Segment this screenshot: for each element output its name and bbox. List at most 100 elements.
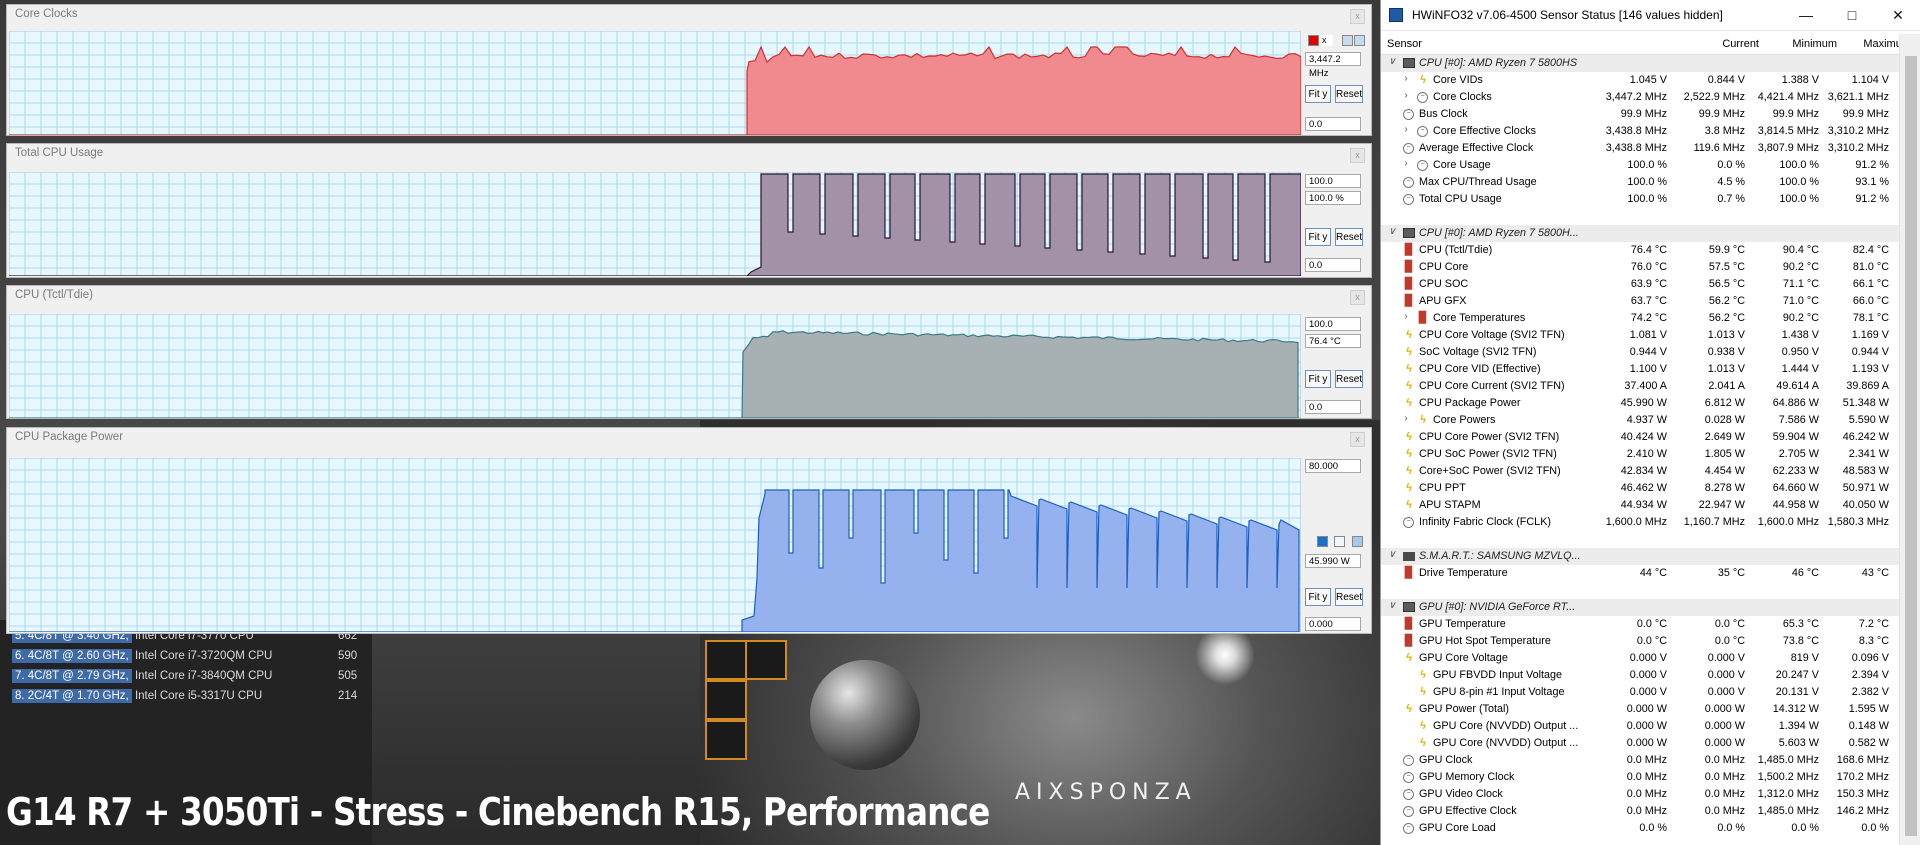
- sensor-row[interactable]: ▉ CPU (Tctl/Tdie) 76.4 °C 59.9 °C 90.4 °C 82.…: [1381, 242, 1899, 259]
- sensor-row[interactable]: − Average Effective Clock 3,438.8 MHz 119.6…: [1381, 140, 1899, 157]
- close-icon[interactable]: x: [1350, 290, 1365, 305]
- column-sensor[interactable]: Sensor: [1387, 38, 1422, 50]
- sensor-row[interactable]: ϟ GPU Core (NVVDD) Output ... 0.000 W 0.000…: [1381, 718, 1899, 735]
- graph-window-total-cpu-usage[interactable]: Total CPU Usage x 100.0 100.0 % Fit y Re…: [6, 143, 1372, 278]
- sensor-row[interactable]: − Bus Clock 99.9 MHz 99.9 MHz 99.9 MHz 99.9 M…: [1381, 106, 1899, 123]
- close-icon[interactable]: x: [1350, 432, 1365, 447]
- reset-button[interactable]: Reset: [1335, 370, 1363, 388]
- color-swatch-icon[interactable]: [1308, 35, 1319, 46]
- column-maximum[interactable]: Maximum: [1811, 38, 1911, 50]
- hwinfo-window[interactable]: HWiNFO32 v7.06-4500 Sensor Status [146 v…: [1380, 0, 1920, 845]
- clock-icon: −: [1417, 92, 1428, 103]
- sensor-row[interactable]: ▉ GPU Hot Spot Temperature 0.0 °C 0.0 °C 73.…: [1381, 633, 1899, 650]
- color-swatch-icon[interactable]: [1354, 35, 1365, 46]
- expand-chevron-icon[interactable]: ›: [1401, 90, 1411, 101]
- sensor-row[interactable]: ϟ CPU Package Power 45.990 W 6.812 W 64.886 …: [1381, 395, 1899, 412]
- collapse-chevron-icon[interactable]: ∨: [1387, 600, 1397, 611]
- fit-y-button[interactable]: Fit y: [1305, 85, 1331, 103]
- value-average: 40.050 W: [1842, 499, 1889, 511]
- sensor-group-row[interactable]: ∨ GPU [#0]: NVIDIA GeForce RT...: [1381, 599, 1899, 616]
- reset-button[interactable]: Reset: [1335, 85, 1363, 103]
- sensor-row[interactable]: › − Core Clocks 3,447.2 MHz 2,522.9 MHz 4,421…: [1381, 89, 1899, 106]
- color-swatch-icon[interactable]: [1352, 536, 1363, 547]
- sensor-row[interactable]: − GPU Video Clock 0.0 MHz 0.0 MHz 1,312.0 MH…: [1381, 786, 1899, 803]
- expand-chevron-icon[interactable]: ›: [1401, 413, 1411, 424]
- color-swatch-icon[interactable]: [1342, 35, 1353, 46]
- cpu-chip-icon: [1403, 58, 1415, 68]
- sensor-row[interactable]: − GPU Core Load 0.0 % 0.0 % 0.0 % 0.0 %: [1381, 820, 1899, 837]
- collapse-chevron-icon[interactable]: ∨: [1387, 56, 1397, 67]
- ranking-row[interactable]: 7. 4C/8T @ 2.79 GHz, Intel Core i7-3840Q…: [12, 669, 357, 689]
- sensor-row[interactable]: ϟ GPU 8-pin #1 Input Voltage 0.000 V 0.000 …: [1381, 684, 1899, 701]
- lightning-icon: ϟ: [1420, 414, 1426, 426]
- value-current: 100.0 %: [1627, 159, 1667, 171]
- reset-button[interactable]: Reset: [1335, 228, 1363, 246]
- sensor-row[interactable]: − Max CPU/Thread Usage 100.0 % 4.5 % 100.0 %…: [1381, 174, 1899, 191]
- graph-window-cpu-package-power[interactable]: CPU Package Power x 80.000 45.990 W Fit …: [6, 427, 1372, 634]
- maximize-icon[interactable]: □: [1829, 0, 1875, 30]
- value-average: 48.583 W: [1842, 465, 1889, 477]
- fit-y-button[interactable]: Fit y: [1305, 588, 1331, 606]
- sensor-row[interactable]: − Infinity Fabric Clock (FCLK) 1,600.0 MHz…: [1381, 514, 1899, 531]
- sensor-row[interactable]: − GPU Effective Clock 0.0 MHz 0.0 MHz 1,485.…: [1381, 803, 1899, 820]
- sensor-row[interactable]: ϟ GPU Power (Total) 0.000 W 0.000 W 14.312 W…: [1381, 701, 1899, 718]
- sensor-row[interactable]: ϟ CPU Core VID (Effective) 1.100 V 1.013 V1…: [1381, 361, 1899, 378]
- sensor-row[interactable]: ▉ CPU SOC 63.9 °C 56.5 °C 71.1 °C 66.1 °C: [1381, 276, 1899, 293]
- sensor-row[interactable]: ▉ GPU Temperature 0.0 °C 0.0 °C 65.3 °C 7.2 °…: [1381, 616, 1899, 633]
- hwinfo-titlebar[interactable]: HWiNFO32 v7.06-4500 Sensor Status [146 v…: [1381, 0, 1920, 31]
- sensor-row[interactable]: › − Core Usage 100.0 % 0.0 % 100.0 % 91.2 %: [1381, 157, 1899, 174]
- color-swatch-icon[interactable]: [1317, 536, 1328, 547]
- sensor-row[interactable]: ϟ CPU Core Power (SVI2 TFN) 40.424 W 2.649 …: [1381, 429, 1899, 446]
- value-average: 46.242 W: [1842, 431, 1889, 443]
- sensor-row[interactable]: › ▉ Core Temperatures 74.2 °C 56.2 °C 90.2 °C…: [1381, 310, 1899, 327]
- scrollbar-thumb[interactable]: [1905, 56, 1917, 836]
- graph-window-core-clocks[interactable]: Core Clocks x x 3,447.2 MHz Fit y Reset …: [6, 4, 1372, 136]
- column-header[interactable]: Sensor Current Minimum Maximum: [1381, 34, 1911, 55]
- sensor-row[interactable]: ϟ GPU FBVDD Input Voltage 0.000 V 0.000 V 20…: [1381, 667, 1899, 684]
- minimize-icon[interactable]: —: [1783, 0, 1829, 30]
- sensor-group-row[interactable]: ∨ CPU [#0]: AMD Ryzen 7 5800HS: [1381, 55, 1899, 72]
- sensor-row[interactable]: ϟ CPU Core Voltage (SVI2 TFN) 1.081 V 1.013…: [1381, 327, 1899, 344]
- sensor-row[interactable]: ϟ CPU SoC Power (SVI2 TFN) 2.410 W 1.805 W2…: [1381, 446, 1899, 463]
- close-icon[interactable]: ✕: [1875, 0, 1920, 30]
- sensor-list[interactable]: ∨ CPU [#0]: AMD Ryzen 7 5800HS › ϟ Core VIDs…: [1381, 55, 1899, 845]
- sensor-row[interactable]: › − Core Effective Clocks 3,438.8 MHz 3.8 MH…: [1381, 123, 1899, 140]
- sensor-row[interactable]: − GPU Memory Clock 0.0 MHz 0.0 MHz 1,500.2 M…: [1381, 769, 1899, 786]
- value-average: 3,310.2 MHz: [1827, 125, 1889, 137]
- close-icon[interactable]: x: [1350, 148, 1365, 163]
- sensor-group-row[interactable]: ∨ CPU [#0]: AMD Ryzen 7 5800H...: [1381, 225, 1899, 242]
- sensor-row[interactable]: − Total CPU Usage 100.0 % 0.7 % 100.0 % 91.2 …: [1381, 191, 1899, 208]
- expand-chevron-icon[interactable]: ›: [1401, 311, 1411, 322]
- ranking-row[interactable]: 8. 2C/4T @ 1.70 GHz, Intel Core i5-3317U…: [12, 689, 357, 709]
- sensor-row[interactable]: ϟ Core+SoC Power (SVI2 TFN) 42.834 W 4.454 …: [1381, 463, 1899, 480]
- sensor-row[interactable]: ϟ CPU PPT 46.462 W 8.278 W 64.660 W 50.971 W: [1381, 480, 1899, 497]
- sensor-row[interactable]: ▉ Drive Temperature 44 °C 35 °C 46 °C 43 °C: [1381, 565, 1899, 582]
- expand-chevron-icon[interactable]: ›: [1401, 124, 1411, 135]
- vertical-scrollbar[interactable]: [1899, 34, 1920, 845]
- sensor-row[interactable]: − GPU Clock 0.0 MHz 0.0 MHz 1,485.0 MHz 168.6…: [1381, 752, 1899, 769]
- sensor-row[interactable]: › ϟ Core VIDs 1.045 V 0.844 V 1.388 V 1.104 V: [1381, 72, 1899, 89]
- close-small-icon[interactable]: x: [1322, 35, 1333, 46]
- sensor-label: GPU Memory Clock: [1419, 771, 1515, 783]
- sensor-row[interactable]: ϟ SoC Voltage (SVI2 TFN) 0.944 V 0.938 V 0.9…: [1381, 344, 1899, 361]
- sensor-row[interactable]: ϟ APU STAPM 44.934 W 22.947 W 44.958 W 40.050…: [1381, 497, 1899, 514]
- expand-chevron-icon[interactable]: ›: [1401, 158, 1411, 169]
- sensor-row[interactable]: ϟ GPU Core Voltage 0.000 V 0.000 V 819 V 0.09…: [1381, 650, 1899, 667]
- ranking-row[interactable]: 6. 4C/8T @ 2.60 GHz, Intel Core i7-3720Q…: [12, 649, 357, 669]
- clock-icon: −: [1403, 194, 1414, 205]
- sensor-row[interactable]: ϟ CPU Core Current (SVI2 TFN) 37.400 A 2.04…: [1381, 378, 1899, 395]
- expand-chevron-icon[interactable]: ›: [1401, 73, 1411, 84]
- fit-y-button[interactable]: Fit y: [1305, 228, 1331, 246]
- collapse-chevron-icon[interactable]: ∨: [1387, 549, 1397, 560]
- color-swatch-icon[interactable]: [1334, 536, 1345, 547]
- sensor-row[interactable]: › ϟ Core Powers 4.937 W 0.028 W 7.586 W 5.590 …: [1381, 412, 1899, 429]
- graph-window-cpu-tctl[interactable]: CPU (Tctl/Tdie) x 100.0 76.4 °C Fit y Re…: [6, 285, 1372, 419]
- sensor-row[interactable]: ϟ GPU Core (NVVDD) Output ... 0.000 W 0.000…: [1381, 735, 1899, 752]
- collapse-chevron-icon[interactable]: ∨: [1387, 226, 1397, 237]
- reset-button[interactable]: Reset: [1335, 588, 1363, 606]
- close-icon[interactable]: x: [1350, 9, 1365, 24]
- sensor-group-row[interactable]: ∨ S.M.A.R.T.: SAMSUNG MZVLQ...: [1381, 548, 1899, 565]
- fit-y-button[interactable]: Fit y: [1305, 370, 1331, 388]
- sensor-row[interactable]: ▉ CPU Core 76.0 °C 57.5 °C 90.2 °C 81.0 °C: [1381, 259, 1899, 276]
- sensor-row[interactable]: ▉ APU GFX 63.7 °C 56.2 °C 71.0 °C 66.0 °C: [1381, 293, 1899, 310]
